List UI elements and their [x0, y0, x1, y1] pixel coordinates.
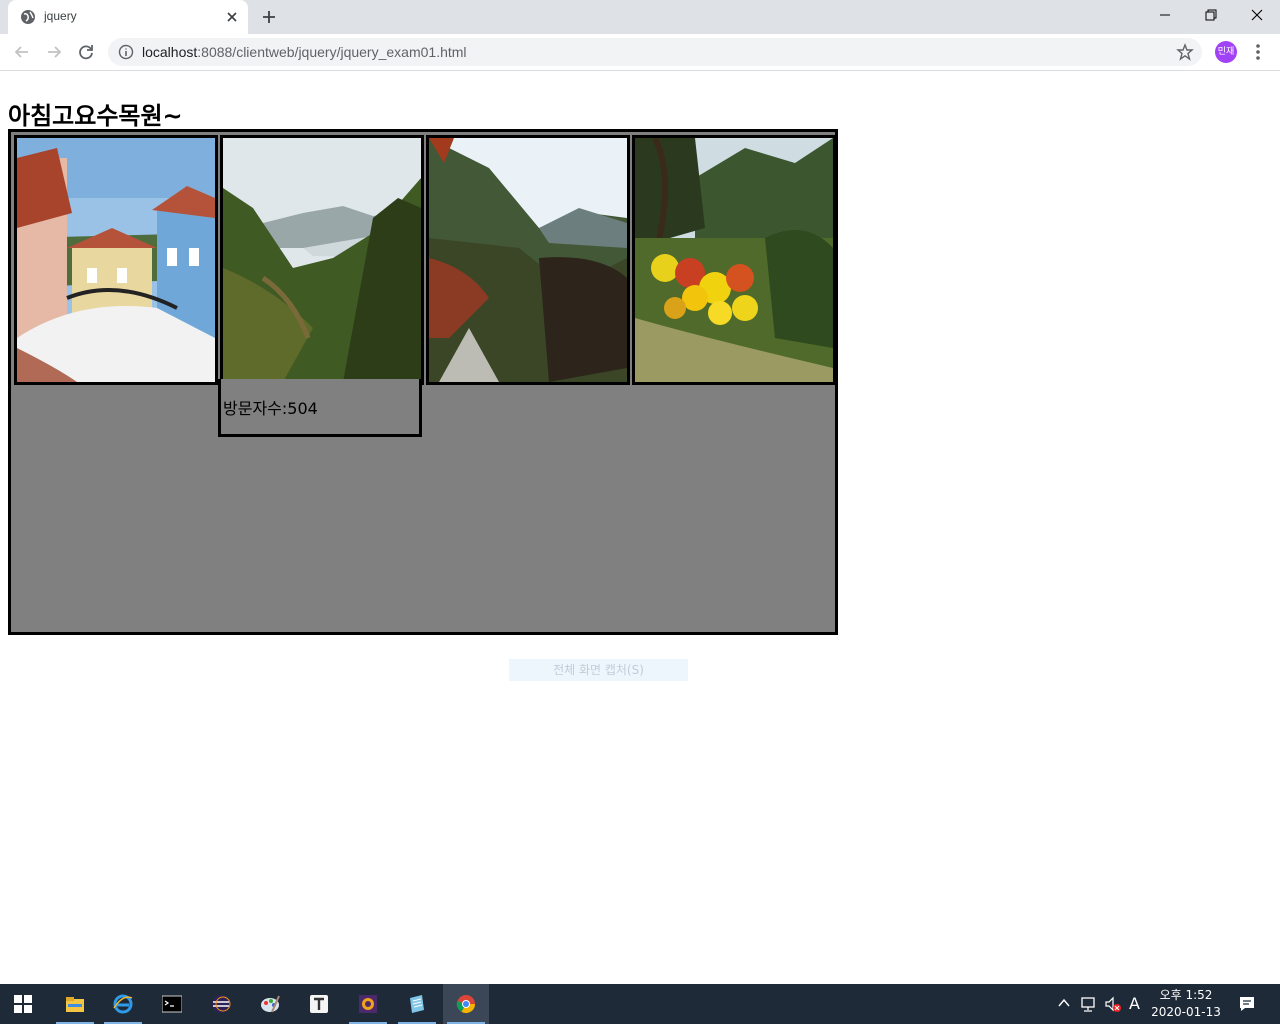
command-prompt-icon	[162, 995, 182, 1013]
taskbar-app-internet-explorer[interactable]	[100, 984, 146, 1024]
visitor-count-box: 방문자수:504	[218, 379, 422, 437]
paint-palette-icon	[261, 995, 280, 1013]
url-host: localhost	[142, 44, 198, 60]
taskbar-app-sql-tool[interactable]	[345, 984, 391, 1024]
browser-toolbar: localhost:8088/clientweb/jquery/jquery_e…	[0, 34, 1280, 71]
chrome-icon	[456, 995, 475, 1014]
restore-icon	[1205, 9, 1217, 21]
back-icon[interactable]	[11, 41, 33, 63]
notepad-icon	[410, 995, 424, 1013]
taskbar-app-eclipse[interactable]	[198, 984, 244, 1024]
minimize-button[interactable]	[1142, 0, 1188, 30]
address-bar[interactable]: localhost:8088/clientweb/jquery/jquery_e…	[108, 38, 1202, 66]
network-icon[interactable]	[1080, 995, 1098, 1013]
taskbar-app-paint[interactable]	[247, 984, 293, 1024]
visitor-count-text: 방문자수:504	[223, 399, 318, 418]
internet-explorer-icon	[113, 994, 133, 1014]
taskbar-app-chrome[interactable]	[443, 984, 489, 1024]
more-menu-icon[interactable]	[1250, 42, 1266, 62]
valley-photo-image	[429, 138, 627, 382]
forward-icon[interactable]	[43, 41, 65, 63]
taskbar-app-notepad[interactable]	[394, 984, 440, 1024]
photo-gallery: 방문자수:504	[8, 129, 838, 635]
close-window-button[interactable]	[1234, 0, 1280, 30]
taskbar-app-file-explorer[interactable]	[52, 984, 98, 1024]
minimize-icon	[1160, 14, 1170, 16]
info-icon[interactable]	[118, 44, 134, 60]
ime-indicator[interactable]: A	[1129, 994, 1140, 1013]
screen-capture-tooltip: 전체 화면 캡처(S)	[509, 659, 688, 681]
eclipse-icon	[212, 995, 231, 1013]
notification-icon[interactable]	[1238, 995, 1256, 1013]
browser-tab[interactable]: jquery	[8, 0, 248, 34]
profile-avatar[interactable]: 민재	[1215, 41, 1237, 63]
bookmark-star-icon[interactable]	[1176, 43, 1194, 61]
tab-title: jquery	[44, 9, 77, 23]
chevron-up-icon[interactable]	[1058, 998, 1070, 1008]
reload-icon[interactable]	[75, 41, 97, 63]
gallery-photo-1[interactable]	[14, 135, 218, 385]
taskbar-clock[interactable]: 오후 1:52 2020-01-13	[1148, 987, 1224, 1021]
sql-tool-icon	[359, 995, 377, 1013]
new-tab-icon[interactable]	[260, 8, 278, 26]
restore-button[interactable]	[1188, 0, 1234, 30]
page-title: 아침고요수목원~	[8, 102, 183, 130]
gallery-photo-4[interactable]	[632, 135, 836, 385]
village-photo-image	[17, 138, 215, 382]
garden-photo-image	[635, 138, 833, 382]
clock-date: 2020-01-13	[1151, 1005, 1221, 1019]
close-tab-icon[interactable]	[226, 11, 238, 23]
globe-icon	[21, 10, 35, 24]
file-explorer-icon	[66, 997, 84, 1012]
taskbar-app-command-prompt[interactable]	[149, 984, 195, 1024]
tab-strip: jquery	[0, 0, 1280, 34]
typora-icon	[310, 995, 328, 1013]
volume-muted-icon[interactable]	[1104, 995, 1122, 1013]
clock-time: 오후 1:52	[1159, 988, 1213, 1002]
url-text: localhost:8088/clientweb/jquery/jquery_e…	[142, 44, 467, 60]
close-icon	[1251, 9, 1263, 21]
taskbar-app-typora[interactable]	[296, 984, 342, 1024]
taskbar: A 오후 1:52 2020-01-13	[0, 984, 1280, 1024]
url-path: :8088/clientweb/jquery/jquery_exam01.htm…	[197, 44, 467, 60]
gallery-photo-3[interactable]	[426, 135, 630, 385]
windows-start-icon[interactable]	[14, 995, 32, 1013]
gallery-photo-2[interactable]	[220, 135, 424, 385]
lake-photo-image	[223, 138, 421, 382]
